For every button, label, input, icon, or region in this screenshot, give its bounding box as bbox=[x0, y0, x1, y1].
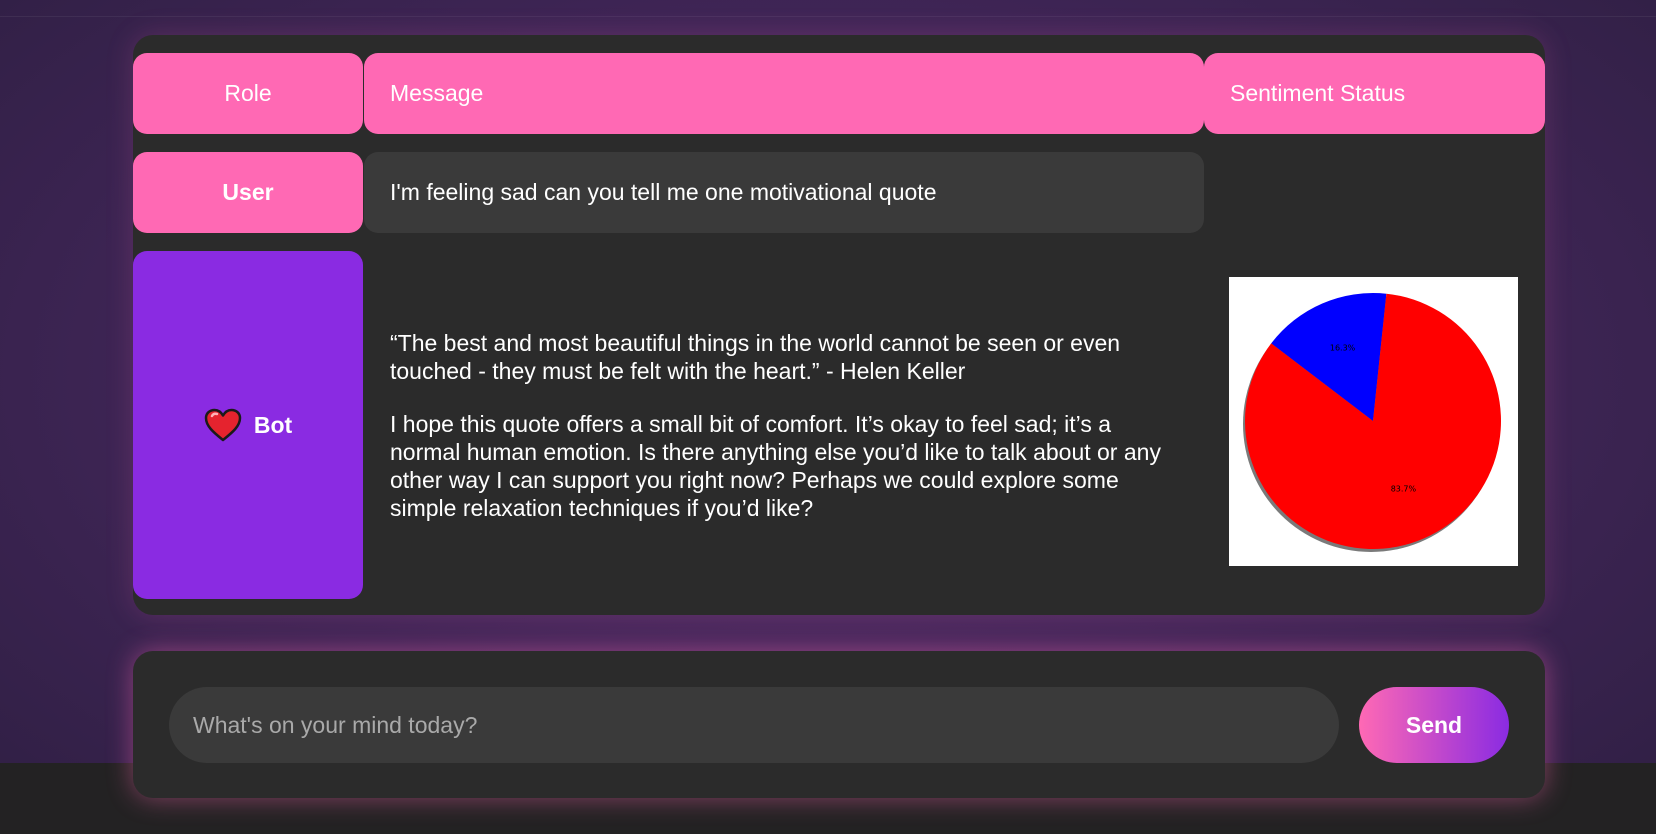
role-user: User bbox=[133, 152, 363, 233]
pie-label-0: 16.3% bbox=[1330, 343, 1356, 352]
user-message: I'm feeling sad can you tell me one moti… bbox=[364, 152, 1204, 233]
header-message: Message bbox=[364, 53, 1204, 134]
role-bot: Bot bbox=[133, 251, 363, 599]
bot-quote-paragraph: “The best and most beautiful things in t… bbox=[390, 329, 1121, 384]
bot-message: “The best and most beautiful things in t… bbox=[364, 251, 1204, 599]
input-bar: Send bbox=[133, 651, 1545, 798]
role-bot-label: Bot bbox=[253, 411, 293, 438]
chat-table: Role Message Sentiment Status User I'm f… bbox=[133, 35, 1545, 615]
sentiment-pie-chart: 16.3% 83.7% bbox=[1229, 277, 1518, 566]
bot-support-paragraph: I hope this quote offers a small bit of … bbox=[390, 410, 1161, 521]
message-input[interactable] bbox=[169, 687, 1339, 763]
heart-icon bbox=[204, 408, 242, 442]
header-sentiment-status: Sentiment Status bbox=[1204, 53, 1545, 134]
top-divider bbox=[0, 16, 1656, 17]
pie-label-1: 83.7% bbox=[1391, 485, 1417, 494]
header-role: Role bbox=[133, 53, 363, 134]
send-button[interactable]: Send bbox=[1359, 687, 1509, 763]
